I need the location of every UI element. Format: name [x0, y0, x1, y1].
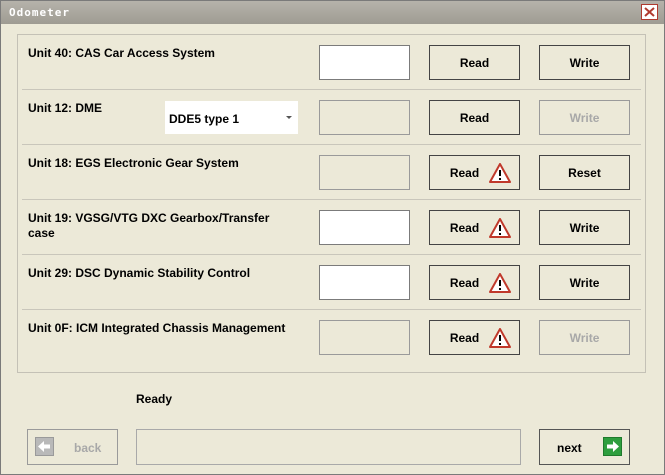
- chevron-down-icon[interactable]: [281, 102, 297, 133]
- unit-label: Unit 19: VGSG/VTG DXC Gearbox/Transfer c…: [28, 211, 270, 240]
- unit-row-dsc: Unit 29: DSC Dynamic Stability Control R…: [18, 255, 645, 310]
- window-title: Odometer: [9, 6, 70, 19]
- unit-row-dme: Unit 12: DME DDE5 type 1 Read Write: [18, 90, 645, 145]
- back-button: back: [27, 429, 118, 465]
- odometer-value-field: [319, 155, 410, 190]
- arrow-left-icon: [35, 437, 54, 456]
- write-button[interactable]: Write: [539, 45, 630, 80]
- unit-row-egs: Unit 18: EGS Electronic Gear System Read…: [18, 145, 645, 200]
- close-icon: [644, 7, 655, 17]
- close-button[interactable]: [641, 4, 658, 20]
- units-panel: Unit 40: CAS Car Access System Read Writ…: [17, 34, 646, 373]
- unit-row-vgsg: Unit 19: VGSG/VTG DXC Gearbox/Transfer c…: [18, 200, 645, 255]
- read-button[interactable]: Read: [429, 100, 520, 135]
- warning-icon: [489, 218, 511, 238]
- arrow-right-icon: [603, 437, 622, 456]
- engine-type-dropdown[interactable]: DDE5 type 1: [164, 100, 299, 135]
- warning-icon: [489, 328, 511, 348]
- back-label: back: [74, 441, 102, 455]
- odometer-value-field: [319, 100, 410, 135]
- unit-row-cas: Unit 40: CAS Car Access System Read Writ…: [18, 35, 645, 90]
- odometer-value-field: [319, 320, 410, 355]
- write-button: Write: [539, 100, 630, 135]
- read-button[interactable]: Read: [429, 210, 520, 245]
- progress-bar: [136, 429, 521, 465]
- read-button[interactable]: Read: [429, 320, 520, 355]
- status-text: Ready: [136, 392, 173, 406]
- dropdown-selected-value: DDE5 type 1: [169, 112, 240, 126]
- write-button[interactable]: Write: [539, 265, 630, 300]
- reset-button[interactable]: Reset: [539, 155, 630, 190]
- read-button[interactable]: Read: [429, 265, 520, 300]
- unit-label: Unit 0F: ICM Integrated Chassis Manageme…: [28, 321, 286, 335]
- read-button[interactable]: Read: [429, 155, 520, 190]
- unit-row-icm: Unit 0F: ICM Integrated Chassis Manageme…: [18, 310, 645, 365]
- next-button[interactable]: next: [539, 429, 630, 465]
- next-label: next: [557, 441, 582, 455]
- warning-icon: [489, 163, 511, 183]
- odometer-value-field[interactable]: [319, 45, 410, 80]
- read-button[interactable]: Read: [429, 45, 520, 80]
- unit-label: Unit 29: DSC Dynamic Stability Control: [28, 266, 251, 280]
- write-button[interactable]: Write: [539, 210, 630, 245]
- odometer-value-field[interactable]: [319, 210, 410, 245]
- odometer-window: Odometer Unit 40: CAS Car Access System …: [0, 0, 665, 475]
- unit-label: Unit 18: EGS Electronic Gear System: [28, 156, 239, 170]
- unit-label: Unit 40: CAS Car Access System: [28, 46, 215, 60]
- warning-icon: [489, 273, 511, 293]
- odometer-value-field[interactable]: [319, 265, 410, 300]
- write-button: Write: [539, 320, 630, 355]
- title-bar: Odometer: [1, 1, 664, 24]
